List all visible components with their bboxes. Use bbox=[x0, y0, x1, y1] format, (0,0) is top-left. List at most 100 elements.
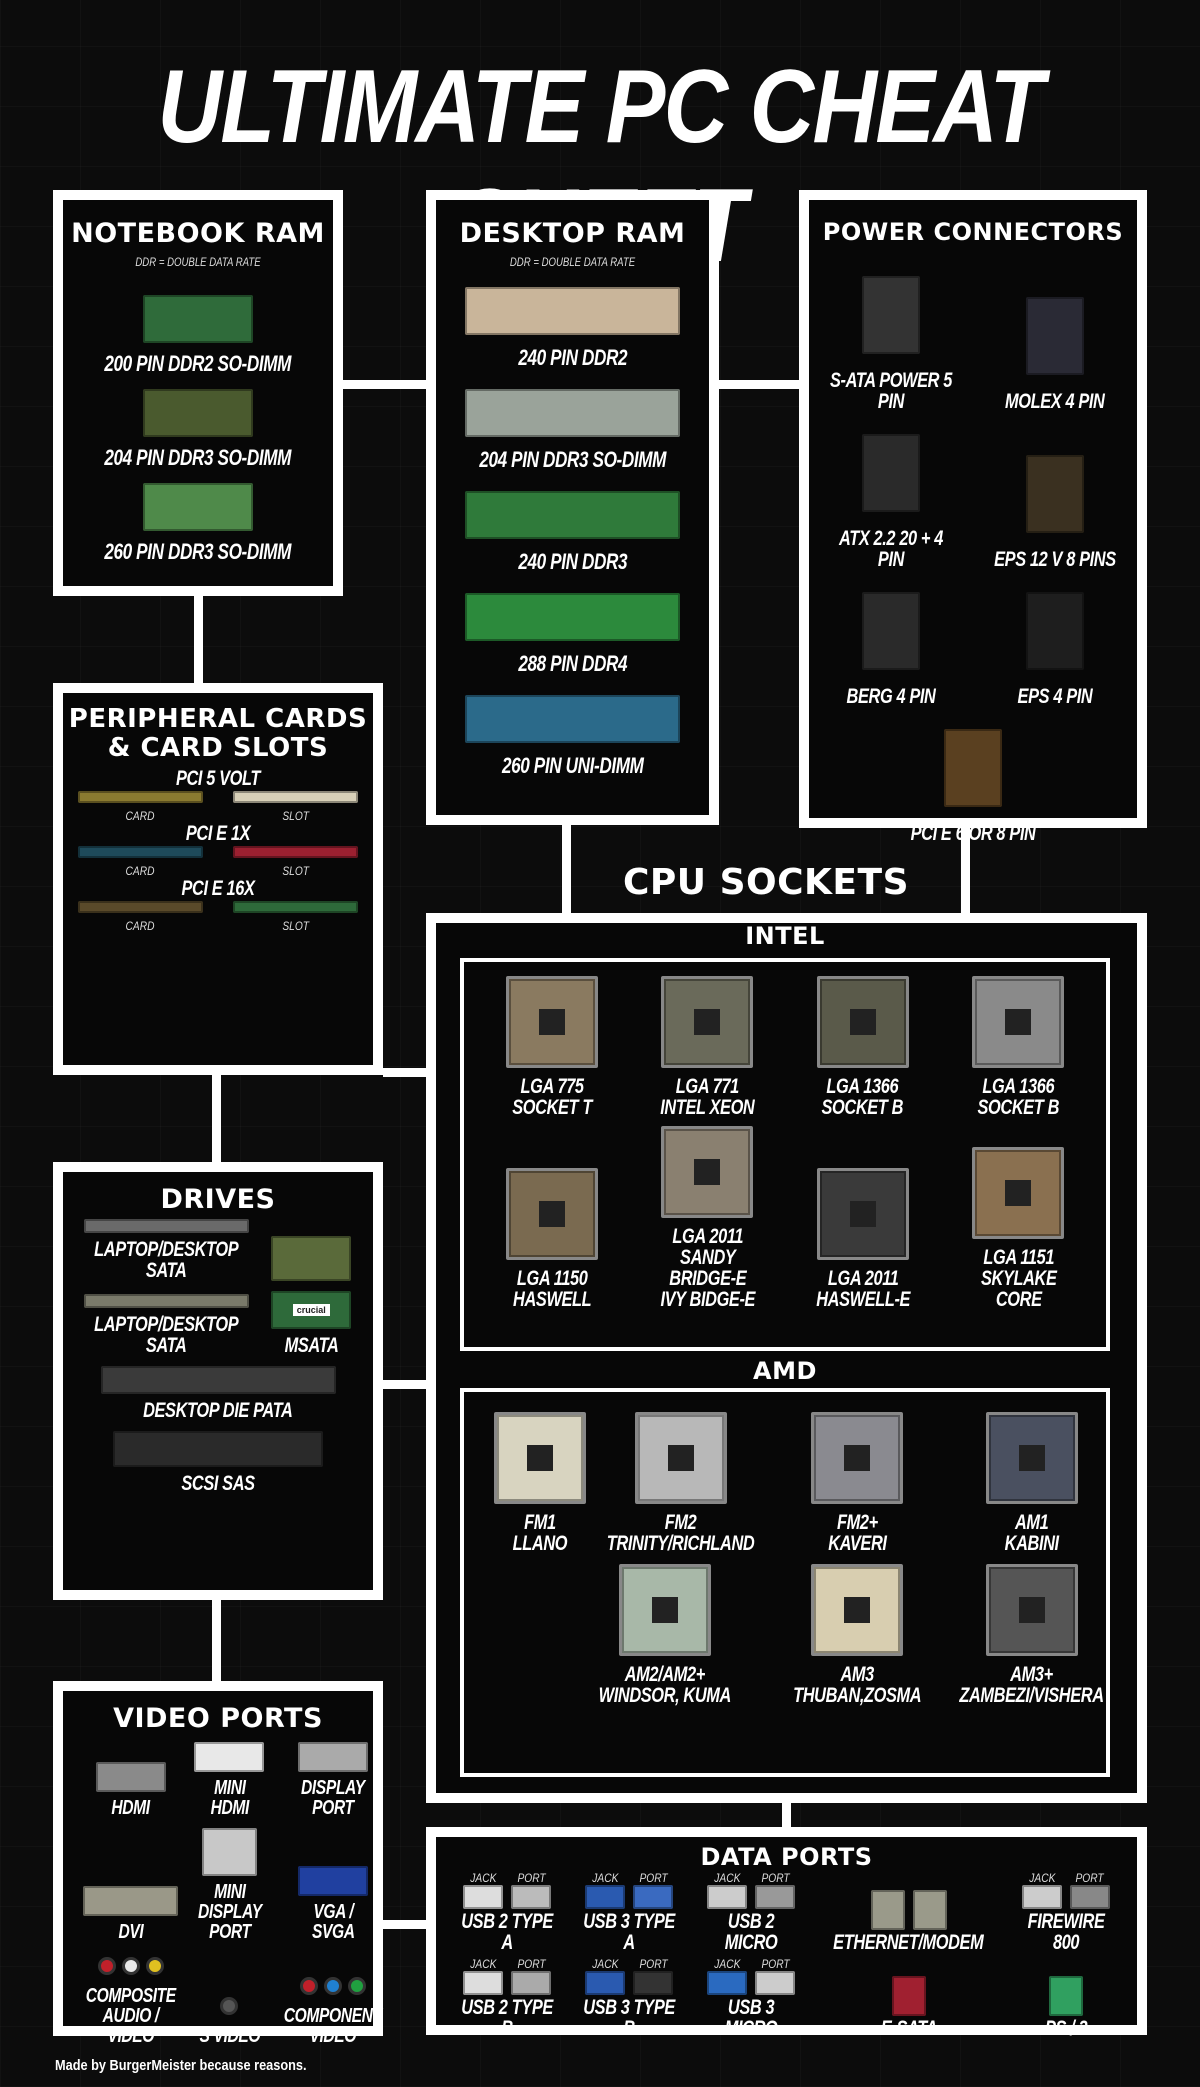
intel-heading: INTEL bbox=[745, 922, 825, 950]
port-figure: PORT bbox=[633, 1957, 674, 1995]
power-connector-image bbox=[1026, 297, 1084, 375]
power-connector-item: S-ATA POWER 5 PIN bbox=[809, 276, 973, 412]
drive-image bbox=[271, 1236, 352, 1281]
power-connector-image bbox=[1026, 455, 1084, 533]
amd-socket-image bbox=[811, 1564, 904, 1656]
desktop-ram-label: 204 PIN DDR3 SO-DIMM bbox=[479, 447, 666, 472]
connector bbox=[719, 380, 799, 389]
data-port-image bbox=[1048, 1976, 1083, 2016]
port-figure: PORT bbox=[633, 1871, 674, 1909]
power-connector-label: ATX 2.2 20 + 4 PIN bbox=[839, 527, 943, 571]
rca-jack-icon bbox=[299, 1977, 318, 1995]
desktop-ram-label: 288 PIN DDR4 bbox=[518, 651, 627, 676]
data-port-label: PS / 2 bbox=[1044, 2017, 1088, 2040]
jack-image bbox=[463, 1885, 504, 1909]
drives-heading: DRIVES bbox=[160, 1184, 276, 1215]
data-port-item: JACK PORT USB 3 MICRO bbox=[690, 1957, 812, 2039]
jack-caption: JACK bbox=[1028, 1871, 1055, 1885]
peripheral-heading: PERIPHERAL CARDS & CARD SLOTS bbox=[68, 704, 368, 763]
data-port-images bbox=[870, 1890, 947, 1930]
intel-socket-item: LGA 2011 SANDY BRIDGE-E IVY BIDGE-E bbox=[630, 1126, 786, 1310]
video-port-image bbox=[95, 1762, 166, 1792]
intel-socket-image bbox=[661, 1126, 754, 1218]
jack-figure: JACK bbox=[707, 1957, 748, 1995]
desktop-ram-image bbox=[465, 593, 680, 641]
socket-center bbox=[538, 1201, 565, 1227]
video-port-image bbox=[297, 1866, 368, 1896]
drive-label: LAPTOP/DESKTOP SATA bbox=[94, 1313, 239, 1357]
slot-caption: SLOT bbox=[282, 809, 309, 824]
desktop-ram-item: 240 PIN DDR2 bbox=[465, 287, 680, 369]
power-connector-label: EPS 12 V 8 PINS bbox=[994, 548, 1116, 571]
socket-center bbox=[538, 1009, 565, 1035]
intel-socket-image bbox=[972, 1147, 1065, 1239]
connector bbox=[383, 1068, 426, 1077]
intel-socket-label: LGA 1150 HASWELL bbox=[512, 1267, 592, 1311]
jack-caption: JACK bbox=[470, 1957, 497, 1971]
amd-socket-label: AM1 KABINI bbox=[1004, 1511, 1060, 1555]
port-figure: PORT bbox=[511, 1957, 552, 1995]
amd-socket-item: AM1 KABINI bbox=[939, 1412, 1124, 1554]
intel-socket-image bbox=[816, 976, 909, 1068]
port-figure: PORT bbox=[511, 1871, 552, 1909]
data-port-label: USB 2 TYPE B bbox=[461, 1996, 553, 2040]
socket-center bbox=[1018, 1597, 1045, 1623]
data-port-label: USB 3 TYPE B bbox=[583, 1996, 676, 2040]
drive-item: LAPTOP/DESKTOP SATA bbox=[73, 1219, 259, 1281]
data-port-item: E-SATA bbox=[812, 1957, 1005, 2039]
power-connector-item: EPS 4 PIN bbox=[973, 592, 1137, 707]
desktop-ram-item: 204 PIN DDR3 SO-DIMM bbox=[453, 389, 692, 471]
intel-socket-image bbox=[505, 976, 598, 1068]
video-port-label: MINI DISPLAY PORT bbox=[197, 1881, 262, 1943]
socket-center bbox=[1005, 1009, 1032, 1035]
port-image bbox=[755, 1971, 796, 1995]
data-port-images: JACK PORT bbox=[1021, 1871, 1110, 1909]
credit-footer: Made by BurgerMeister because reasons. bbox=[55, 2057, 307, 2074]
power-connectors-heading: POWER CONNECTORS bbox=[822, 218, 1124, 246]
desktop-ram-subtitle: DDR = DOUBLE DATA RATE bbox=[509, 255, 636, 269]
notebook-ram-panel: NOTEBOOK RAM DDR = DOUBLE DATA RATE 200 … bbox=[53, 190, 343, 596]
port-image bbox=[1069, 1885, 1110, 1909]
data-port-item: JACK PORT USB 2 TYPE B bbox=[446, 1957, 568, 2039]
data-port-item: ETHERNET/MODEM bbox=[812, 1871, 1005, 1953]
video-port-label: HDMI bbox=[111, 1797, 151, 1819]
notebook-ram-item: 204 PIN DDR3 SO-DIMM bbox=[78, 389, 317, 469]
intel-socket-image bbox=[972, 976, 1065, 1068]
jack-image bbox=[585, 1971, 626, 1995]
intel-socket-label: LGA 771 INTEL XEON bbox=[660, 1075, 755, 1119]
power-connectors-panel: POWER CONNECTORS S-ATA POWER 5 PIN MOLEX … bbox=[799, 190, 1147, 844]
notebook-ram-image bbox=[142, 389, 253, 437]
notebook-ram-item: 260 PIN DDR3 SO-DIMM bbox=[78, 483, 317, 563]
jack-figure: JACK bbox=[463, 1871, 504, 1909]
card-image bbox=[78, 846, 203, 859]
card-slot-group: PCI 5 VOLT CARD SLOT bbox=[63, 768, 373, 823]
connector bbox=[782, 1803, 791, 1827]
video-port-label: VGA / SVGA bbox=[311, 1901, 355, 1943]
card-image bbox=[78, 901, 203, 914]
drive-image bbox=[83, 1294, 249, 1308]
video-port-label: COMPONENT VIDEO bbox=[284, 2005, 382, 2047]
slot-image bbox=[233, 901, 358, 914]
video-port-image bbox=[297, 1742, 368, 1772]
rca-jack-icon bbox=[97, 1957, 116, 1975]
card-slot-row: CARD SLOT bbox=[63, 791, 373, 823]
data-port-image bbox=[870, 1890, 905, 1930]
card-figure: CARD bbox=[78, 791, 203, 823]
socket-center bbox=[1005, 1180, 1032, 1206]
amd-sockets-panel: FM1 LLANO FM2 TRINITY/RICHLAND FM2+ KAVERI… bbox=[460, 1388, 1110, 1777]
desktop-ram-label: 240 PIN DDR2 bbox=[518, 345, 627, 370]
connector bbox=[343, 380, 426, 389]
power-connector-label: PCI E 6 OR 8 PIN bbox=[910, 822, 1036, 845]
intel-socket-label: LGA 775 SOCKET T bbox=[511, 1075, 592, 1119]
data-port-images: JACK PORT bbox=[463, 1957, 552, 1995]
amd-socket-image bbox=[494, 1412, 586, 1504]
drive-label: LAPTOP/DESKTOP SATA bbox=[94, 1238, 239, 1282]
drive-label: MSATA bbox=[284, 1334, 339, 1357]
video-port-label: COMPOSITE AUDIO / VIDEO bbox=[85, 1985, 176, 2047]
amd-socket-label: FM2 TRINITY/RICHLAND bbox=[606, 1511, 755, 1555]
jack-figure: JACK bbox=[585, 1871, 626, 1909]
port-caption: PORT bbox=[516, 1957, 546, 1971]
port-caption: PORT bbox=[639, 1871, 668, 1885]
video-port-item: S VIDEO bbox=[189, 1952, 271, 2046]
slot-caption: SLOT bbox=[282, 919, 309, 934]
